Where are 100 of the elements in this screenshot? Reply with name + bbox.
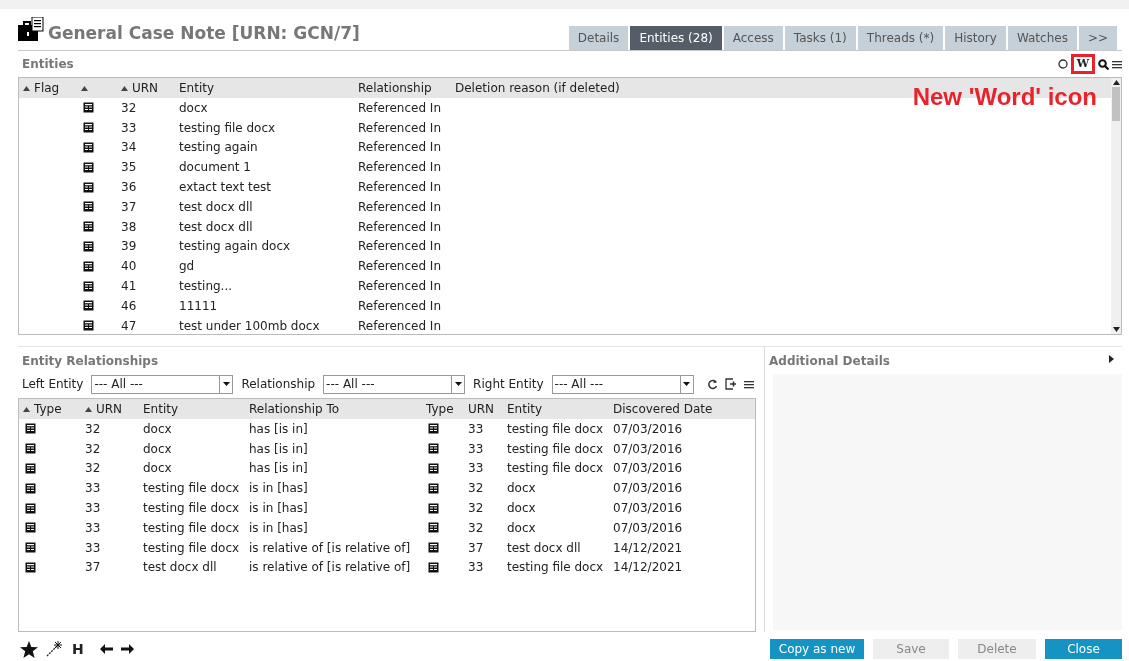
tab[interactable]: >> bbox=[1078, 26, 1117, 50]
caret-icon[interactable] bbox=[222, 382, 230, 386]
table-cell: docx bbox=[507, 501, 536, 516]
document-icon bbox=[25, 542, 36, 554]
tab[interactable]: Entities (28) bbox=[630, 26, 722, 50]
table-cell: 07/03/2016 bbox=[613, 501, 683, 516]
table-cell: Referenced In bbox=[358, 180, 441, 195]
filter-dropdown[interactable]: --- All --- bbox=[91, 374, 234, 394]
table-cell: has [is in] bbox=[249, 421, 308, 436]
scroll-thumb[interactable] bbox=[1112, 87, 1120, 121]
column-header[interactable]: Relationship bbox=[358, 81, 432, 95]
scroll-down-icon[interactable] bbox=[1112, 327, 1120, 332]
column-header[interactable]: URN bbox=[132, 81, 159, 95]
caret-icon[interactable] bbox=[683, 382, 691, 386]
tab[interactable]: Watches bbox=[1007, 26, 1077, 50]
column-header[interactable]: Entity bbox=[143, 402, 179, 416]
document-icon bbox=[428, 482, 439, 494]
scroll-up-icon[interactable] bbox=[1112, 80, 1120, 85]
table-cell: 47 bbox=[121, 318, 137, 333]
column-header[interactable]: Deletion reason (if deleted) bbox=[455, 81, 620, 95]
sort-arrow-icon[interactable] bbox=[81, 85, 88, 91]
filter-label: Left Entity bbox=[22, 377, 84, 391]
table-cell: testing again bbox=[179, 140, 258, 155]
table-cell: 14/12/2021 bbox=[613, 560, 683, 575]
table-cell: test docx dll bbox=[143, 560, 217, 575]
filter-dropdown[interactable]: --- All --- bbox=[551, 374, 694, 394]
right-arrow-icon[interactable] bbox=[120, 644, 134, 654]
tab[interactable]: Threads (*) bbox=[857, 26, 944, 50]
sort-arrow-icon[interactable] bbox=[85, 406, 92, 412]
table-cell: testing file docx bbox=[143, 481, 240, 496]
table-cell: 38 bbox=[121, 219, 137, 234]
search-icon[interactable] bbox=[1098, 58, 1109, 70]
table-cell: testing file docx bbox=[143, 520, 240, 535]
table-cell: Referenced In bbox=[358, 140, 441, 155]
table-cell: 46 bbox=[121, 298, 137, 313]
table-cell: document 1 bbox=[179, 160, 251, 175]
table-cell: 34 bbox=[121, 140, 137, 155]
left-arrow-icon[interactable] bbox=[99, 644, 113, 654]
table-cell: testing file docx bbox=[143, 501, 240, 516]
column-header[interactable]: URN bbox=[96, 402, 123, 416]
tab[interactable]: Details bbox=[568, 26, 629, 50]
table-cell: is in [has] bbox=[249, 501, 308, 516]
column-header[interactable]: Relationship To bbox=[249, 402, 340, 416]
sort-arrow-icon[interactable] bbox=[23, 406, 30, 412]
sort-arrow-icon[interactable] bbox=[121, 85, 128, 91]
table-cell: test docx dll bbox=[179, 199, 253, 214]
page-title: General Case Note [URN: GCN/7] bbox=[48, 23, 360, 43]
table-cell: testing... bbox=[179, 279, 233, 294]
column-header[interactable]: Entity bbox=[507, 402, 543, 416]
add-icon[interactable] bbox=[724, 378, 737, 390]
table-cell: is in [has] bbox=[249, 481, 308, 496]
menu-icon[interactable] bbox=[743, 379, 754, 389]
case-note-icon bbox=[18, 17, 44, 43]
table-cell: 07/03/2016 bbox=[613, 441, 683, 456]
column-header[interactable]: Type bbox=[426, 402, 454, 416]
table-cell: is in [has] bbox=[249, 520, 308, 535]
tab[interactable]: Access bbox=[723, 26, 783, 50]
column-header[interactable]: Flag bbox=[34, 81, 60, 95]
table-cell: has [is in] bbox=[249, 461, 308, 476]
word-icon[interactable]: W bbox=[1076, 58, 1089, 70]
table-cell: 33 bbox=[468, 441, 484, 456]
column-header[interactable]: Discovered Date bbox=[613, 402, 713, 416]
h-icon[interactable]: H bbox=[72, 641, 84, 657]
table-cell: 33 bbox=[85, 501, 101, 516]
table-cell: 39 bbox=[121, 239, 137, 254]
document-icon bbox=[428, 463, 439, 474]
document-icon bbox=[428, 502, 439, 514]
table-cell: has [is in] bbox=[249, 441, 308, 456]
document-icon bbox=[428, 423, 439, 435]
column-header[interactable]: Entity bbox=[179, 81, 215, 95]
table-cell: 36 bbox=[121, 180, 137, 195]
filter-dropdown[interactable]: --- All --- bbox=[323, 374, 466, 394]
table-cell: Referenced In bbox=[358, 239, 441, 254]
table-cell: gd bbox=[179, 259, 195, 274]
menu-icon[interactable] bbox=[1112, 59, 1122, 69]
caret-icon[interactable] bbox=[454, 382, 462, 386]
column-header[interactable]: Type bbox=[34, 402, 62, 416]
expand-icon[interactable] bbox=[1109, 354, 1114, 363]
table-cell: Referenced In bbox=[358, 259, 441, 274]
table-cell: 33 bbox=[85, 481, 101, 496]
sort-arrow-icon[interactable] bbox=[23, 85, 30, 91]
table-cell: 40 bbox=[121, 259, 137, 274]
wand-icon[interactable] bbox=[46, 641, 62, 657]
table-cell: 11111 bbox=[179, 298, 218, 313]
table-cell: testing file docx bbox=[507, 441, 604, 456]
tab[interactable]: History bbox=[945, 26, 1006, 50]
document-icon bbox=[83, 221, 94, 233]
star-icon[interactable] bbox=[20, 640, 38, 658]
table-cell: is relative of [is relative of] bbox=[249, 540, 411, 555]
document-icon bbox=[83, 142, 94, 153]
table-cell: 33 bbox=[468, 461, 484, 476]
document-icon bbox=[83, 300, 94, 312]
table-cell: 32 bbox=[85, 461, 101, 476]
document-icon bbox=[25, 443, 36, 455]
table-cell: Referenced In bbox=[358, 318, 441, 333]
scrollbar[interactable] bbox=[1111, 78, 1121, 334]
tab[interactable]: Tasks (1) bbox=[784, 26, 856, 50]
column-header[interactable]: URN bbox=[468, 402, 495, 416]
document-icon bbox=[428, 561, 439, 573]
table-cell: 07/03/2016 bbox=[613, 421, 683, 436]
